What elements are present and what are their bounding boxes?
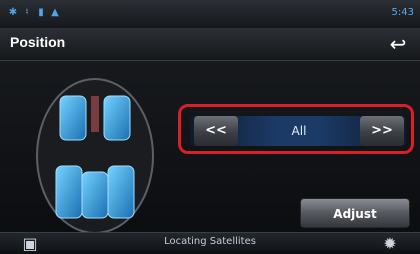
prev-position-button[interactable]: <<	[194, 116, 238, 146]
bluetooth-icon: ✱	[8, 7, 18, 18]
adjust-button[interactable]: Adjust	[300, 198, 410, 228]
audio-position-screen: ✱ ♮ ▮ ▲ 5:43 Position ↩ << All >> Adjust…	[0, 0, 420, 254]
next-position-button[interactable]: >>	[360, 116, 404, 146]
back-button[interactable]: ↩	[386, 33, 410, 55]
media-icon: ▣	[22, 234, 38, 253]
steering-column	[91, 96, 99, 132]
seat-front-left[interactable]	[59, 95, 87, 141]
seat-rear-center[interactable]	[81, 171, 109, 219]
settings-button[interactable]: ✹	[370, 233, 410, 254]
media-button[interactable]: ▣	[10, 233, 50, 254]
headset-icon: ♮	[25, 7, 29, 18]
car-seat-diagram	[36, 78, 154, 234]
settings-gear-icon: ✹	[383, 234, 397, 253]
position-value: All	[291, 124, 307, 138]
back-arrow-icon: ↩	[389, 32, 407, 56]
signal-icon: ▮	[38, 7, 44, 18]
gps-status-text: Locating Satellites	[164, 236, 256, 247]
status-bar: ✱ ♮ ▮ ▲ 5:43	[0, 0, 420, 28]
bottom-bar: ▣ Locating Satellites ✹	[0, 232, 420, 254]
seat-rear-right[interactable]	[107, 165, 135, 219]
seat-front-right[interactable]	[103, 95, 131, 141]
seat-rear-left[interactable]	[55, 165, 83, 219]
clock: 5:43	[391, 7, 414, 18]
warning-icon: ▲	[51, 7, 59, 18]
title-bar: Position ↩	[0, 28, 420, 61]
page-title: Position	[10, 34, 66, 50]
